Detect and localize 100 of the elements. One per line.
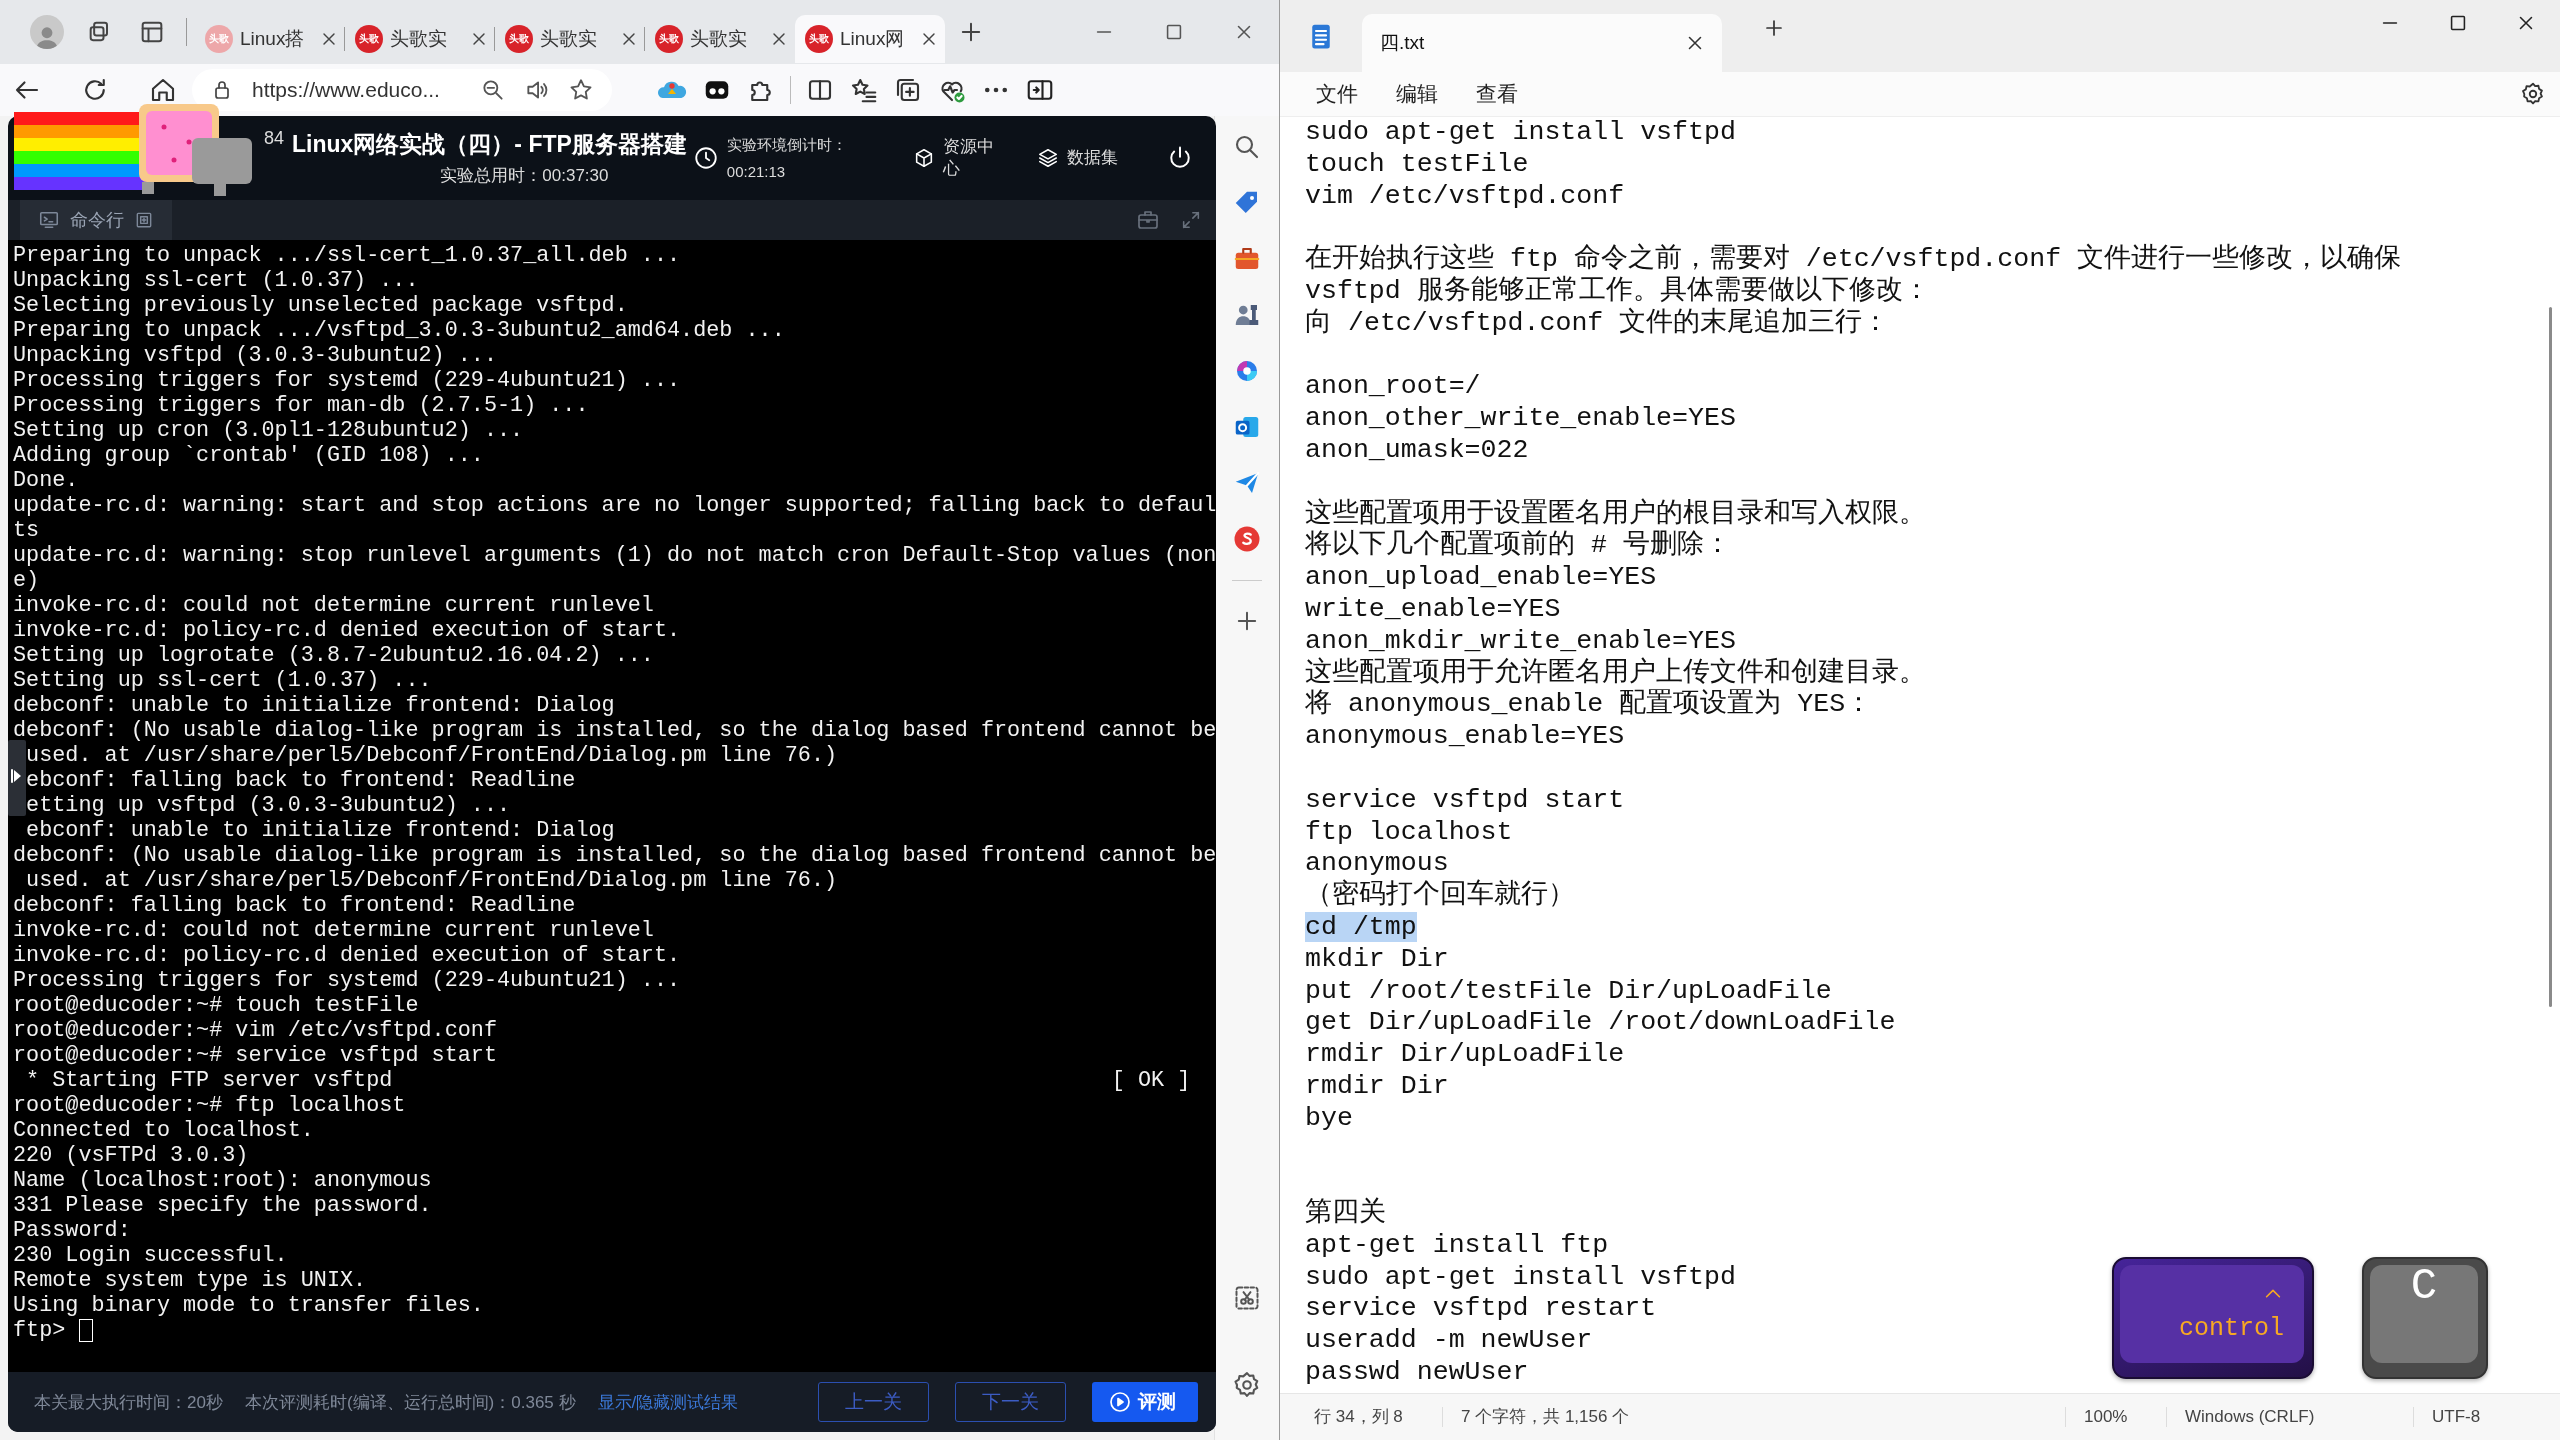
terminal-line: 220 (vsFTPd 3.0.3) [13,1143,249,1168]
text-line: put /root/testFile Dir/upLoadFile [1305,975,1832,1008]
terminal-line: update-rc.d: warning: start and stop actions are no longer supported; falling back to defaul [13,493,1217,518]
scrollbar[interactable] [2549,307,2552,1007]
terminal-line: Processing triggers for systemd (229-4ubuntu21) ... [13,968,681,993]
terminal-line: root@educoder:~# ftp localhost [13,1093,406,1118]
text-line: 向 /etc/vsftpd.conf 文件的末尾追加三行： [1305,307,1890,340]
text-line: anon_other_write_enable=YES [1305,403,1736,435]
terminal-line: used. at /usr/share/perl5/Debconf/FrontEnd/Dialog.pm line 76.) [25,743,838,768]
text-line: vsftpd 服务能够正常工作。具体需要做以下修改： [1305,276,1930,307]
text-line: rmdir Dir/upLoadFile [1305,1039,1625,1071]
file-tab[interactable]: 四.txt [1362,14,1722,72]
menu-item[interactable]: 文件 [1300,76,1374,112]
terminal-line: Unpacking vsftpd (3.0.3-3ubuntu2) ... [13,343,497,368]
terminal-line: Preparing to unpack .../vsftpd_3.0.3-3ubuntu2_amd64.deb ... [13,318,785,343]
terminal-line: debconf: (No usable dialog-like program is installed, so the dialog based frontend cannot be [13,718,1217,743]
toggle-results-link[interactable]: 显示/隐藏测试结果 [597,1390,739,1414]
info-text: 本次评测耗时(编译、运行总时间)：0.365 秒 [244,1391,576,1414]
status-text: 100% [2065,1407,2166,1427]
browser-tab[interactable]: 头歌 头歌实 [645,15,795,63]
text-line: 这些配置项用于设置匿名用户的根目录和写入权限。 [1305,498,1926,530]
site-favicon: 头歌 [355,25,383,53]
site-favicon: 头歌 [655,25,683,53]
status-text: Windows (CRLF) [2166,1407,2413,1427]
terminal-line: Setting up ssl-cert (1.0.37) ... [13,668,432,693]
terminal-line: * Starting FTP server vsftpd [ OK ] [25,1068,1191,1093]
tab-title: Linux搭 [240,27,306,51]
address-bar[interactable]: https://www.educo... [192,69,612,111]
menu-item[interactable]: 查看 [1460,76,1534,112]
terminal-icon [38,209,60,231]
info-text: 本关最大执行时间：20秒 [34,1391,223,1414]
terminal-line: Selecting previously unselected package vsftpd. [13,293,628,318]
terminal-line: Remote system type is UNIX. [13,1268,367,1293]
text-line: bye [1305,1102,1353,1135]
countdown-time: 00:21:13 [726,163,787,180]
evaluate-button[interactable]: 评测 [1092,1382,1199,1422]
text-line: service vsftpd start [1305,784,1625,817]
profile-avatar[interactable] [30,15,64,49]
text-line: ftp localhost [1305,816,1513,849]
copy-icon[interactable] [134,210,154,230]
text-line: rmdir Dir [1305,1070,1449,1103]
text-line: anon_umask=022 [1305,434,1529,467]
key-label: C [2410,1271,2438,1303]
site-favicon: 头歌 [805,25,833,53]
settings-icon[interactable] [2520,81,2546,107]
terminal-line: invoke-rc.d: policy-rc.d denied execution of start. [13,943,681,968]
text-line: mkdir Dir [1305,943,1449,976]
text-line: touch testFile [1305,148,1529,181]
text-line: anonymous [1305,848,1449,879]
text-line: 第四关 [1305,1198,1386,1230]
text-line: apt-get install ftp [1305,1229,1609,1262]
toolbox-icon[interactable] [1136,208,1161,232]
terminal-line: Connected to localhost. [13,1118,314,1143]
text-line: 这些配置项用于允许匿名用户上传文件和创建目录。 [1305,657,1926,689]
tab-title: 头歌实 [390,27,448,51]
text-line: sudo apt-get install vsftpd [1305,117,1736,149]
text-line: 将 anonymous_enable 配置项设置为 YES： [1305,689,1873,722]
text-line: useradd -m newUser [1305,1325,1593,1358]
elapsed-time: 实验总用时：00:37:30 [440,165,609,187]
status-text: UTF-8 [2413,1407,2560,1427]
terminal-line: debconf: unable to initialize frontend: Dialog [13,693,615,718]
nav-link[interactable]: 资源中心 [913,135,1000,181]
terminal-line: Done. [13,468,79,493]
terminal-line: Unpacking ssl-cert (1.0.37) ... [13,268,419,293]
terminal-line: Name (localhost:root): anonymous [13,1168,432,1193]
status-text: 行 34，列 8 [1313,1407,1404,1427]
text-line: 将以下几个配置项前的 # 号删除： [1305,530,1731,563]
browser-tab[interactable]: 头歌 头歌实 [345,15,495,63]
terminal-line: Processing triggers for man-db (2.7.5-1) ... [13,393,589,418]
terminal-line: ebconf: unable to initialize frontend: Dialog [25,818,615,843]
text-line: service vsftpd restart [1305,1293,1657,1326]
browser-tab[interactable]: 头歌 Linux网 [795,15,945,63]
terminal-line: ts [13,518,40,543]
text-line: （密码打个回车就行） [1305,880,1575,912]
tab-title: 头歌实 [690,27,748,51]
text-line: anonymous_enable=YES [1305,721,1625,753]
terminal-line: 230 Login successful. [13,1243,288,1268]
clock-icon [692,145,719,171]
text-line: 在开始执行这些 ftp 命令之前，需要对 /etc/vsftpd.conf 文件进行一些修改，以确保 [1305,244,2402,275]
panel-handle[interactable] [8,740,26,816]
terminal-line: root@educoder:~# touch testFile [13,993,419,1018]
terminal-line: Preparing to unpack .../ssl-cert_1.0.37_all.deb ... [13,243,681,268]
browser-tab[interactable]: 头歌 Linux搭 [195,15,345,63]
screenshot-icon[interactable] [1233,1284,1261,1312]
status-text: 7 个字符，共 1,156 个 [1442,1407,1779,1427]
menu-item[interactable]: 编辑 [1380,76,1454,112]
terminal-line: etting up vsftpd (3.0.3-3ubuntu2) ... [25,793,511,818]
terminal-line: ebconf: falling back to frontend: Readline [25,768,576,793]
nav-link[interactable]: 数据集 [1037,146,1119,170]
tab-title: 头歌实 [540,27,598,51]
panel-tab[interactable]: 命令行 [20,200,172,240]
terminal-line: ftp> [13,1318,66,1343]
terminal-line: Using binary mode to transfer files. [13,1293,484,1318]
terminal-line: Setting up cron (3.0pl1-128ubuntu2) ... [13,418,524,443]
browser-tab[interactable]: 头歌 头歌实 [495,15,645,63]
terminal-line: 331 Please specify the password. [13,1193,432,1218]
zoom-out-icon[interactable] [480,77,506,103]
lab-title: Linux网络实战（四）- FTP服务器搭建 [292,130,687,159]
app-circle-icon[interactable] [1232,524,1262,554]
terminal-line: debconf: (No usable dialog-like program is installed, so the dialog based frontend cannot be [13,843,1217,868]
